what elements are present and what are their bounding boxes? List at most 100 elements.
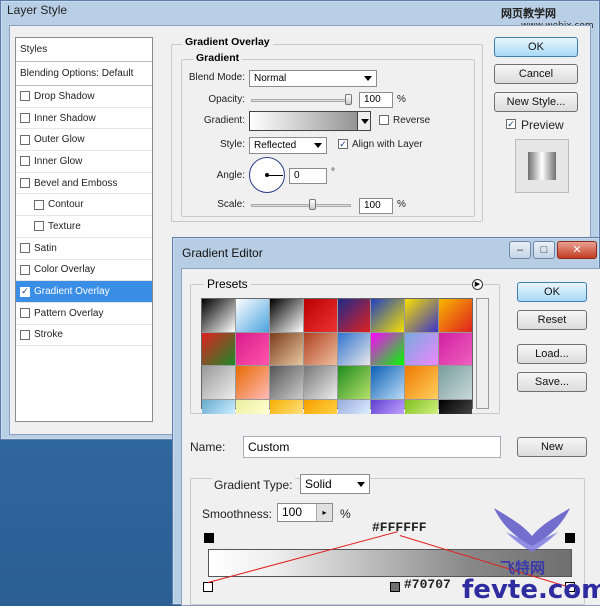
cancel-button[interactable]: Cancel (494, 64, 578, 84)
preset-swatch[interactable] (405, 299, 439, 332)
style-checkbox[interactable] (34, 221, 44, 232)
preset-swatch[interactable] (269, 332, 303, 365)
preset-swatch[interactable] (202, 399, 235, 414)
preset-swatch[interactable] (235, 299, 269, 332)
blend-mode-select[interactable]: Normal (249, 70, 377, 87)
name-input[interactable]: Custom (243, 436, 501, 458)
style-checkbox[interactable] (20, 113, 30, 124)
scale-slider-thumb[interactable] (309, 199, 316, 210)
preset-swatch[interactable] (405, 332, 439, 365)
preset-swatch[interactable] (303, 299, 337, 332)
preset-swatch[interactable] (269, 366, 303, 399)
preset-swatch[interactable] (269, 299, 303, 332)
preset-swatch[interactable] (439, 332, 472, 365)
gradient-type-select[interactable]: Solid (300, 474, 370, 494)
preset-swatch[interactable] (371, 399, 405, 414)
sidebar-item-gradient-overlay[interactable]: ✓ Gradient Overlay (16, 281, 152, 303)
preset-swatch[interactable] (303, 332, 337, 365)
preview-checkbox[interactable]: ✓ (506, 119, 516, 129)
sidebar-item-inner-glow[interactable]: Inner Glow (16, 151, 152, 173)
preset-swatch[interactable] (202, 299, 235, 332)
style-checkbox[interactable] (20, 308, 30, 319)
sidebar-item-label: Inner Glow (34, 155, 83, 167)
sidebar-item-pattern-overlay[interactable]: Pattern Overlay (16, 303, 152, 325)
preset-swatch[interactable] (235, 332, 269, 365)
preset-swatch[interactable] (269, 399, 303, 414)
name-label: Name: (190, 440, 226, 454)
presets-menu-icon[interactable]: ▶ (472, 279, 483, 290)
preview-box (515, 139, 569, 193)
sidebar-item-styles[interactable]: Styles (16, 38, 152, 62)
color-stop-white[interactable] (203, 582, 213, 592)
new-button[interactable]: New (517, 437, 587, 457)
editor-ok-button[interactable]: OK (517, 282, 587, 302)
preset-swatch[interactable] (337, 332, 371, 365)
style-checkbox[interactable]: ✓ (20, 286, 30, 297)
preview-label: Preview (521, 118, 564, 132)
angle-input[interactable]: 0 (289, 168, 327, 184)
gradient-dropdown-button[interactable] (357, 111, 371, 131)
preset-swatch[interactable] (303, 366, 337, 399)
style-checkbox[interactable] (20, 134, 30, 145)
style-checkbox[interactable] (20, 329, 30, 340)
sidebar-item-texture[interactable]: Texture (16, 216, 152, 238)
opacity-slider[interactable] (251, 99, 351, 102)
scale-unit: % (397, 199, 406, 210)
preset-swatch[interactable] (439, 399, 472, 414)
reset-button[interactable]: Reset (517, 310, 587, 330)
preset-swatch[interactable] (235, 366, 269, 399)
presets-scrollbar[interactable] (476, 298, 489, 409)
preset-swatch[interactable] (439, 299, 472, 332)
minimize-button[interactable]: – (509, 241, 531, 259)
preset-swatch[interactable] (235, 399, 269, 414)
preset-swatch[interactable] (202, 332, 235, 365)
sidebar-item-drop-shadow[interactable]: Drop Shadow (16, 86, 152, 108)
opacity-slider-thumb[interactable] (345, 94, 352, 105)
opacity-input[interactable]: 100 (359, 92, 393, 108)
align-with-layer-checkbox[interactable]: ✓ (338, 139, 348, 149)
preset-swatch[interactable] (371, 299, 405, 332)
preset-swatch[interactable] (405, 366, 439, 399)
preset-swatch[interactable] (405, 399, 439, 414)
preset-swatch[interactable] (303, 399, 337, 414)
preset-swatch[interactable] (337, 366, 371, 399)
maximize-button[interactable]: □ (533, 241, 555, 259)
style-checkbox[interactable] (20, 156, 30, 167)
load-button[interactable]: Load... (517, 344, 587, 364)
new-style-button[interactable]: New Style... (494, 92, 578, 112)
sidebar-item-blending-options-default[interactable]: Blending Options: Default (16, 62, 152, 86)
style-checkbox[interactable] (20, 91, 30, 102)
preset-swatch[interactable] (337, 399, 371, 414)
gradient-picker[interactable] (249, 111, 371, 131)
sidebar-item-satin[interactable]: Satin (16, 238, 152, 260)
angle-dial[interactable] (249, 157, 285, 193)
close-button[interactable]: ✕ (557, 241, 597, 259)
preset-swatch[interactable] (371, 332, 405, 365)
gradient-editor-title: Gradient Editor (182, 246, 263, 260)
color-stop-gray[interactable] (390, 582, 400, 592)
smoothness-stepper[interactable]: ▸ (316, 504, 332, 521)
blend-mode-label: Blend Mode: (188, 72, 245, 83)
sidebar-item-bevel-and-emboss[interactable]: Bevel and Emboss (16, 173, 152, 195)
ok-button[interactable]: OK (494, 37, 578, 57)
style-checkbox[interactable] (20, 264, 30, 275)
watermark-site: fevte.com (462, 575, 600, 605)
opacity-stop-left[interactable] (204, 533, 214, 543)
reverse-checkbox[interactable] (379, 115, 389, 125)
preset-swatch[interactable] (202, 366, 235, 399)
preset-swatch[interactable] (337, 299, 371, 332)
scale-input[interactable]: 100 (359, 198, 393, 214)
sidebar-item-outer-glow[interactable]: Outer Glow (16, 129, 152, 152)
scale-slider[interactable] (251, 204, 351, 207)
sidebar-item-contour[interactable]: Contour (16, 194, 152, 217)
preset-swatch[interactable] (439, 366, 472, 399)
sidebar-item-color-overlay[interactable]: Color Overlay (16, 260, 152, 282)
style-checkbox[interactable] (20, 243, 30, 254)
style-checkbox[interactable] (34, 199, 44, 210)
style-checkbox[interactable] (20, 178, 30, 189)
preset-swatch[interactable] (371, 366, 405, 399)
sidebar-item-inner-shadow[interactable]: Inner Shadow (16, 108, 152, 130)
save-button[interactable]: Save... (517, 372, 587, 392)
sidebar-item-stroke[interactable]: Stroke (16, 325, 152, 347)
style-select[interactable]: Reflected (249, 137, 327, 154)
